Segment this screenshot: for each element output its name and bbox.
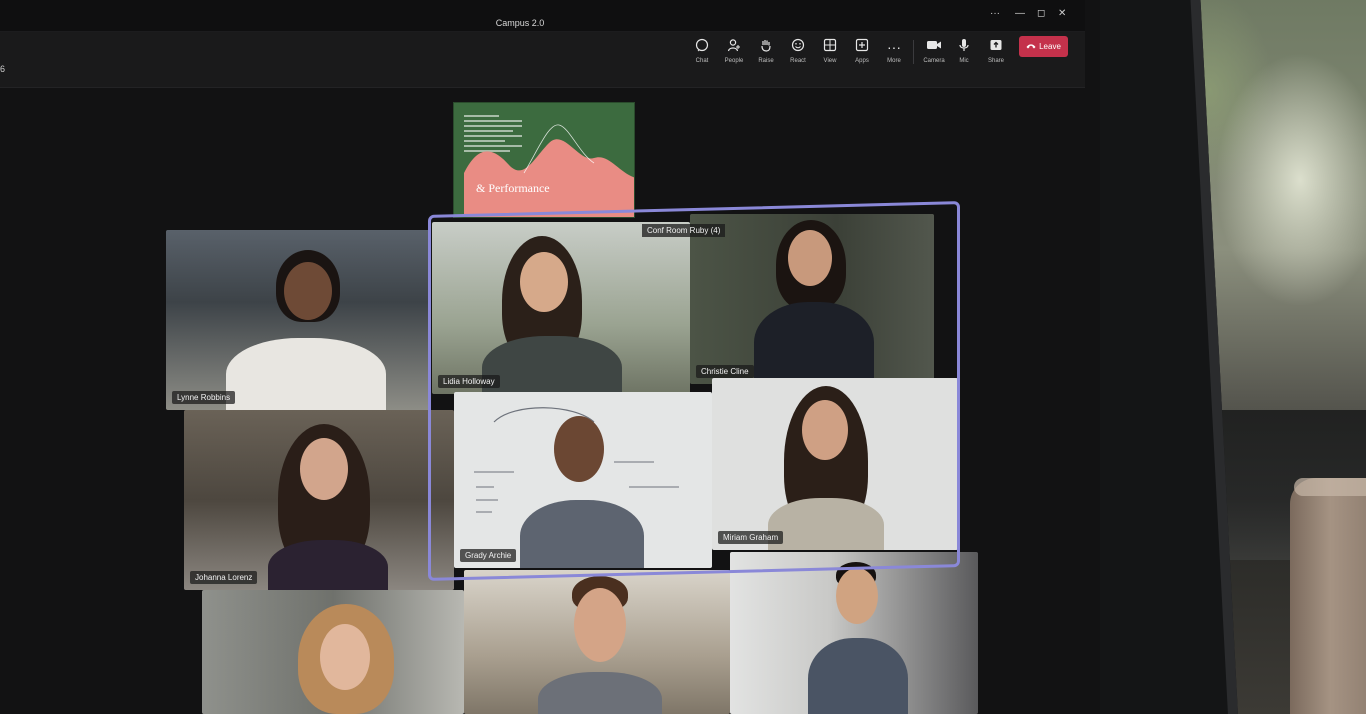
phone-hangup-icon [1026,42,1036,51]
smiley-icon [783,38,813,56]
coffee-mug-rim [1294,478,1366,496]
people-button[interactable]: People [719,38,749,64]
meeting-timer: 6 [0,64,6,74]
people-icon [719,38,749,56]
apps-button[interactable]: Apps [847,38,877,64]
more-button[interactable]: ··· More [879,38,909,64]
participant-tile[interactable]: Lidia Holloway [432,222,690,394]
slide-area-chart [464,124,634,217]
chat-icon [687,38,717,56]
maximize-button[interactable]: ◻ [1037,8,1045,19]
camera-button[interactable]: Camera [919,38,949,64]
shared-slide-thumbnail[interactable]: & Performance [453,102,635,218]
meeting-window: Campus 2.0 ··· — ◻ ✕ 6 Chat People Raise… [0,0,1100,714]
participant-tile[interactable]: Grady Archie [454,392,712,568]
participant-tile[interactable]: Miriam Graham [712,378,958,550]
toolbar-divider [913,40,914,64]
participant-tile[interactable] [464,570,730,714]
minimize-button[interactable]: — [1015,8,1025,19]
camera-icon [919,38,949,56]
mic-button[interactable]: Mic [949,38,979,64]
apps-plus-icon [847,38,877,56]
participant-tile[interactable]: Lynne Robbins [166,230,430,410]
participant-name: Lidia Holloway [438,375,500,388]
participant-tile[interactable] [730,552,978,714]
window-title: Campus 2.0 [495,18,545,28]
participant-tile[interactable]: Christie Cline [690,214,934,384]
participant-name: Grady Archie [460,549,517,562]
slide-caption: & Performance [476,181,550,195]
participant-name: Christie Cline [696,365,754,378]
participant-name: Lynne Robbins [172,391,236,404]
more-dots-icon: ··· [887,39,901,55]
leave-button[interactable]: Leave [1019,36,1068,57]
view-button[interactable]: View [815,38,845,64]
grid-icon [815,38,845,56]
coffee-mug [1290,478,1366,714]
share-icon [981,38,1011,56]
raise-hand-button[interactable]: Raise [751,38,781,64]
title-bar: Campus 2.0 ··· — ◻ ✕ [0,0,1085,32]
hand-icon [751,38,781,56]
chat-button[interactable]: Chat [687,38,717,64]
window-more-button[interactable]: ··· [990,8,1000,19]
conference-room-label: Conf Room Ruby (4) [642,224,726,237]
participant-tile[interactable]: Johanna Lorenz [184,410,454,590]
mic-icon [949,38,979,56]
participant-name: Johanna Lorenz [190,571,258,584]
leave-label: Leave [1039,42,1061,51]
share-button[interactable]: Share [981,38,1011,64]
participant-tile[interactable] [202,590,464,714]
close-button[interactable]: ✕ [1058,8,1066,19]
participant-name: Miriam Graham [718,531,784,544]
react-button[interactable]: React [783,38,813,64]
